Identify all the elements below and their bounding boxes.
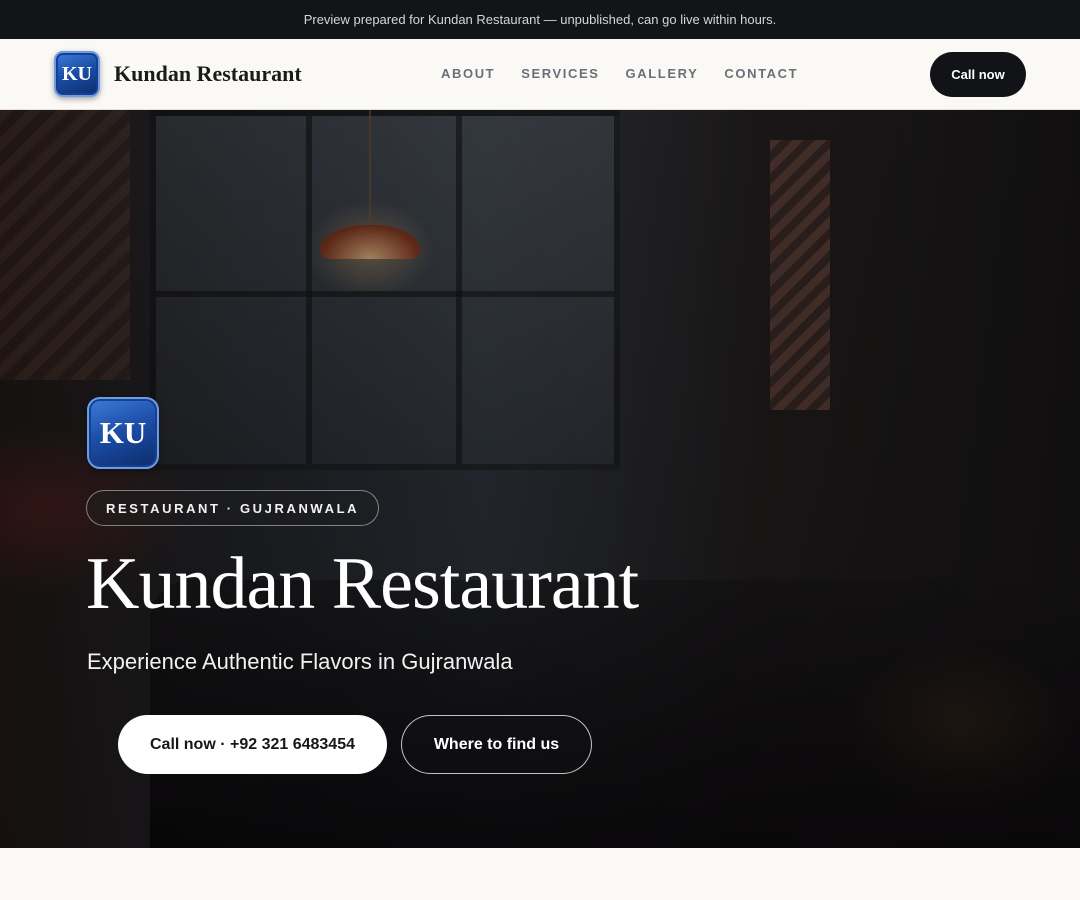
category-pill: RESTAURANT · GUJRANWALA [86,490,380,526]
call-now-button[interactable]: Call now · +92 321 6483454 [118,715,387,774]
find-us-button[interactable]: Where to find us [401,715,592,774]
nav-link-services[interactable]: SERVICES [521,66,599,81]
hero-section: KU RESTAURANT · GUJRANWALA Kundan Restau… [0,110,1080,848]
header-call-button[interactable]: Call now [930,52,1026,97]
hero-logo: KU [87,397,159,469]
hero-tagline: Experience Authentic Flavors in Gujranwa… [87,649,513,674]
preview-notice: Preview prepared for Kundan Restaurant —… [303,12,777,27]
nav-link-gallery[interactable]: GALLERY [626,66,699,81]
hero-title: Kundan Restaurant [86,543,639,625]
nav-link-about[interactable]: ABOUT [441,66,495,81]
brand-logo[interactable]: KU [54,51,100,97]
preview-banner: Preview prepared for Kundan Restaurant —… [0,0,1080,39]
main-nav: ABOUT SERVICES GALLERY CONTACT [441,66,798,81]
brand-name[interactable]: Kundan Restaurant [114,61,302,87]
site-header: KU Kundan Restaurant ABOUT SERVICES GALL… [0,39,1080,110]
nav-link-contact[interactable]: CONTACT [724,66,798,81]
